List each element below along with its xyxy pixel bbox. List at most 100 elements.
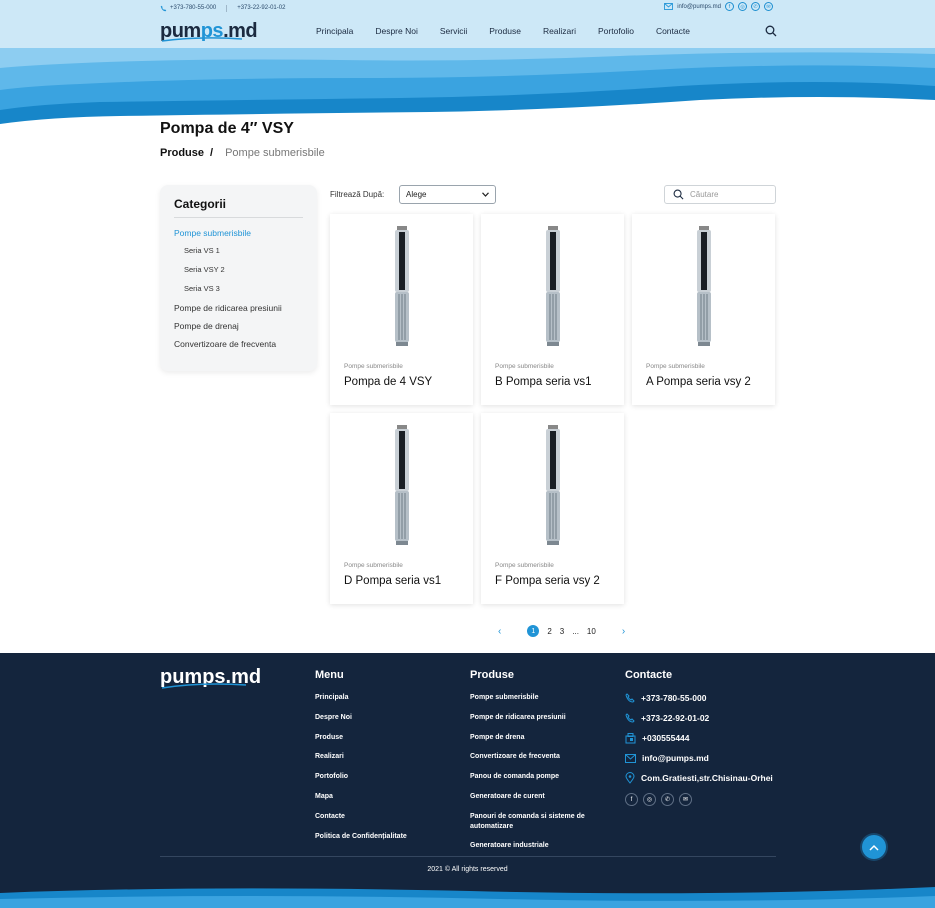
footer-link[interactable]: Produse	[315, 733, 407, 743]
top-contact-bar: +373-780-55-000 +373-22-92-01-02	[160, 3, 285, 13]
footer-link[interactable]: Generatoare de curent	[470, 792, 610, 802]
product-card[interactable]: Pompe submerisbile B Pompa seria vs1	[481, 214, 624, 405]
footer-social-icons: f ◎ ✆ ✉	[625, 793, 773, 806]
product-name[interactable]: A Pompa seria vsy 2	[646, 376, 751, 388]
nav-realizari[interactable]: Realizari	[543, 26, 576, 36]
phone-icon	[625, 693, 635, 703]
prev-page-chevron-left-icon[interactable]: ‹	[498, 626, 501, 637]
page-last[interactable]: 10	[587, 627, 596, 636]
page-ellipsis: ...	[572, 626, 579, 636]
category-pompe-drenaj[interactable]: Pompe de drenaj	[174, 321, 303, 331]
viber-icon[interactable]: ✉	[764, 2, 773, 11]
category-seria-vsy2[interactable]: Seria VSY 2	[174, 265, 303, 274]
product-image	[481, 425, 624, 547]
product-card[interactable]: Pompe submerisbile F Pompa seria vsy 2	[481, 413, 624, 604]
product-card[interactable]: Pompe submerisbile Pompa de 4 VSY	[330, 214, 473, 405]
whatsapp-icon[interactable]: ✆	[661, 793, 674, 806]
footer-phone-1[interactable]: +373-780-55-000	[625, 693, 773, 703]
category-convertizoare[interactable]: Convertizoare de frecventa	[174, 339, 303, 349]
product-image	[481, 226, 624, 348]
footer-link[interactable]: Panou de comanda pompe	[470, 772, 610, 782]
pagination: ‹ 1 2 3 ... 10 ›	[498, 625, 625, 637]
phone-link-2[interactable]: +373-22-92-01-02	[237, 5, 285, 11]
hero-wave	[0, 48, 935, 124]
filter-select[interactable]: Alege	[399, 185, 496, 204]
phone-icon	[160, 5, 167, 11]
chevron-down-icon	[482, 192, 489, 197]
breadcrumb-separator: /	[210, 147, 214, 159]
footer-link[interactable]: Principala	[315, 693, 407, 703]
product-search-input[interactable]: Căutare	[664, 185, 776, 204]
category-list: Pompe submerisbile Seria VS 1 Seria VSY …	[174, 228, 303, 349]
product-category: Pompe submerisbile	[495, 363, 554, 370]
page-title: Pompa de 4″ VSY	[160, 120, 294, 137]
search-icon	[673, 189, 684, 200]
page-3[interactable]: 3	[560, 627, 564, 636]
email-link[interactable]: info@pumps.md	[677, 4, 721, 10]
footer-address[interactable]: Com.Gratiesti,str.Chisinau-Orhei	[625, 772, 773, 784]
product-name[interactable]: D Pompa seria vs1	[344, 575, 441, 587]
phone-link-1[interactable]: +373-780-55-000	[160, 5, 216, 12]
category-ridicarea-presiunii[interactable]: Pompe de ridicarea presiunii	[174, 303, 303, 313]
nav-servicii[interactable]: Servicii	[440, 26, 467, 36]
footer-link[interactable]: Panouri de comanda si sisteme de automat…	[470, 812, 610, 832]
footer-logo-swoosh	[161, 683, 247, 689]
site-footer: pumps.md Menu Principala Despre Noi Prod…	[0, 653, 935, 908]
footer-link[interactable]: Contacte	[315, 812, 407, 822]
product-name[interactable]: B Pompa seria vs1	[495, 376, 592, 388]
product-name[interactable]: F Pompa seria vsy 2	[495, 575, 600, 587]
search-icon[interactable]	[765, 25, 777, 37]
instagram-icon[interactable]: ◎	[738, 2, 747, 11]
footer-fax[interactable]: +030555444	[625, 732, 773, 743]
product-image	[632, 226, 775, 348]
facebook-icon[interactable]: f	[725, 2, 734, 11]
product-category: Pompe submerisbile	[646, 363, 705, 370]
nav-contacte[interactable]: Contacte	[656, 26, 690, 36]
filter-label: Filtrează După:	[330, 190, 385, 199]
footer-link[interactable]: Pompe de drena	[470, 733, 610, 743]
footer-email[interactable]: info@pumps.md	[625, 753, 773, 763]
nav-produse[interactable]: Produse	[489, 26, 521, 36]
footer-link[interactable]: Convertizoare de frecventa	[470, 752, 610, 762]
nav-portofolio[interactable]: Portofolio	[598, 26, 634, 36]
footer-products-column: Produse Pompe submerisbile Pompe de ridi…	[470, 669, 610, 861]
footer-link[interactable]: Pompe de ridicarea presiunii	[470, 713, 610, 723]
product-card[interactable]: Pompe submerisbile D Pompa seria vs1	[330, 413, 473, 604]
breadcrumb-current: Pompe submerisbile	[225, 147, 325, 159]
site-header: +373-780-55-000 +373-22-92-01-02 info@pu…	[0, 0, 935, 48]
footer-link[interactable]: Politica de Confidențialitate	[315, 832, 407, 842]
nav-despre-noi[interactable]: Despre Noi	[375, 26, 418, 36]
footer-link[interactable]: Portofolio	[315, 772, 407, 782]
facebook-icon[interactable]: f	[625, 793, 638, 806]
footer-link[interactable]: Generatoare industriale	[470, 841, 610, 851]
footer-link[interactable]: Realizari	[315, 752, 407, 762]
footer-wave	[0, 887, 935, 908]
whatsapp-icon[interactable]: ✆	[751, 2, 760, 11]
page-2[interactable]: 2	[547, 627, 551, 636]
page-current[interactable]: 1	[527, 625, 540, 637]
footer-divider	[160, 856, 776, 857]
footer-link[interactable]: Mapa	[315, 792, 407, 802]
product-name[interactable]: Pompa de 4 VSY	[344, 376, 432, 388]
product-category: Pompe submerisbile	[344, 363, 403, 370]
product-category: Pompe submerisbile	[495, 562, 554, 569]
instagram-icon[interactable]: ◎	[643, 793, 656, 806]
breadcrumb: Produse / Pompe submerisbile	[160, 147, 325, 159]
scroll-to-top-button[interactable]	[862, 835, 886, 859]
nav-principala[interactable]: Principala	[316, 26, 353, 36]
footer-link[interactable]: Despre Noi	[315, 713, 407, 723]
breadcrumb-produse[interactable]: Produse	[160, 147, 204, 159]
mail-icon	[625, 753, 636, 763]
category-pompe-submerisbile[interactable]: Pompe submerisbile	[174, 228, 303, 238]
footer-contact-title: Contacte	[625, 669, 673, 681]
footer-link[interactable]: Pompe submerisbile	[470, 693, 610, 703]
footer-phone-2[interactable]: +373-22-92-01-02	[625, 713, 773, 723]
next-page-chevron-right-icon[interactable]: ›	[622, 626, 625, 637]
product-image	[330, 226, 473, 348]
category-seria-vs3[interactable]: Seria VS 3	[174, 284, 303, 293]
phone-icon	[625, 713, 635, 723]
product-card[interactable]: Pompe submerisbile A Pompa seria vsy 2	[632, 214, 775, 405]
category-seria-vs1[interactable]: Seria VS 1	[174, 246, 303, 255]
viber-icon[interactable]: ✉	[679, 793, 692, 806]
copyright: 2021 © All rights reserved	[427, 866, 508, 873]
